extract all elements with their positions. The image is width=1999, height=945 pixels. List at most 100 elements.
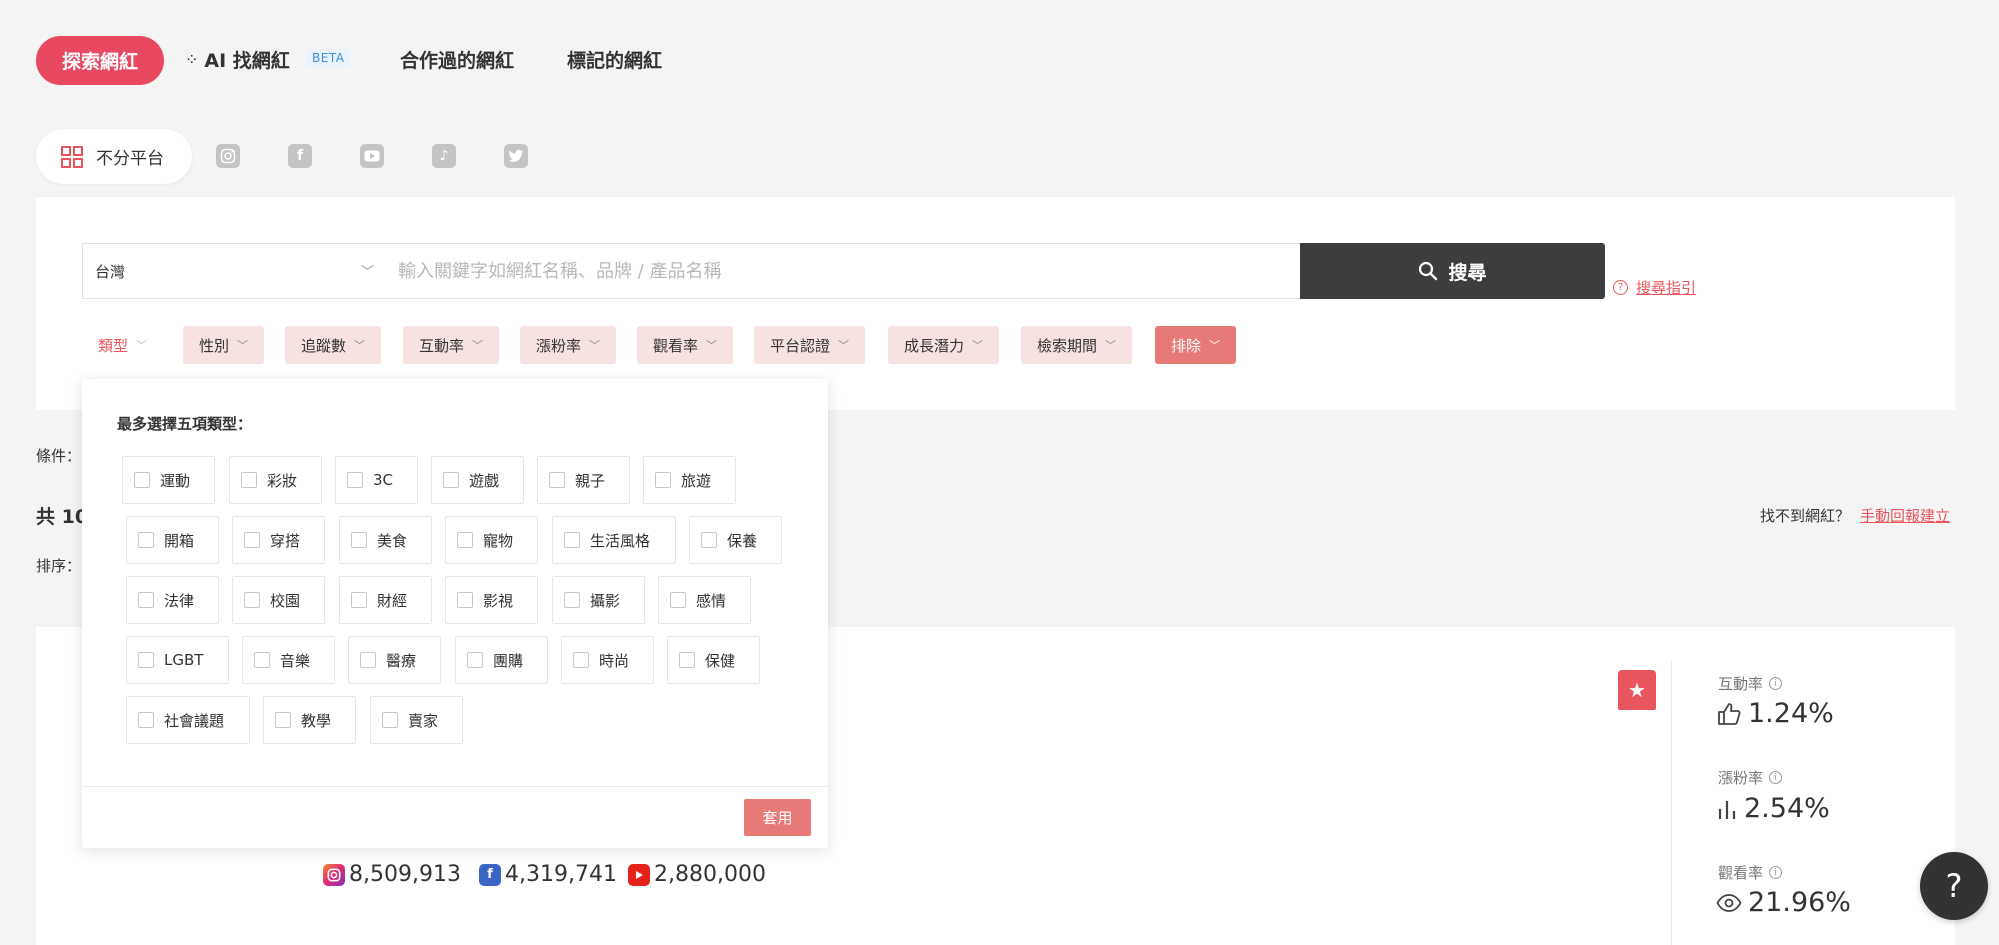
stat-view-rate-number: 21.96% xyxy=(1748,887,1851,918)
category-option[interactable]: 賣家 xyxy=(370,696,463,744)
twitter-icon[interactable] xyxy=(504,144,528,168)
search-guide-link[interactable]: ? 搜尋指引 xyxy=(1613,277,1696,298)
checkbox[interactable] xyxy=(351,592,367,608)
checkbox[interactable] xyxy=(347,472,363,488)
checkbox[interactable] xyxy=(241,472,257,488)
checkbox[interactable] xyxy=(549,472,565,488)
chevron-down-icon: ﹀ xyxy=(838,339,850,352)
stat-view-rate-label: 觀看率 i xyxy=(1718,862,1783,883)
platform-all-tab[interactable]: 不分平台 xyxy=(36,129,192,184)
checkbox[interactable] xyxy=(382,712,398,728)
filter-verified-chip[interactable]: 平台認證 ﹀ xyxy=(754,326,866,364)
checkbox[interactable] xyxy=(679,652,695,668)
checkbox[interactable] xyxy=(701,532,717,548)
search-input[interactable] xyxy=(386,243,1301,299)
checkbox[interactable] xyxy=(134,472,150,488)
youtube-icon xyxy=(628,863,650,886)
question-circle-icon: ? xyxy=(1613,280,1628,295)
category-option[interactable]: 3C xyxy=(335,456,418,504)
category-option[interactable]: 感情 xyxy=(658,576,751,624)
category-option[interactable]: 社會議題 xyxy=(126,696,250,744)
category-option[interactable]: 團購 xyxy=(455,636,548,684)
category-option[interactable]: 運動 xyxy=(122,456,215,504)
youtube-icon[interactable] xyxy=(360,144,384,168)
checkbox[interactable] xyxy=(138,532,154,548)
category-option[interactable]: 遊戲 xyxy=(431,456,524,504)
checkbox[interactable] xyxy=(138,712,154,728)
search-button[interactable]: 搜尋 xyxy=(1300,243,1605,299)
category-option[interactable]: 攝影 xyxy=(552,576,645,624)
checkbox[interactable] xyxy=(457,532,473,548)
category-option[interactable]: 親子 xyxy=(537,456,630,504)
tiktok-icon[interactable]: ♪ xyxy=(432,144,456,168)
filter-followers-chip[interactable]: 追蹤數 ﹀ xyxy=(285,326,382,364)
apply-button[interactable]: 套用 xyxy=(744,799,811,836)
category-option[interactable]: 美食 xyxy=(339,516,432,564)
nav-marked-link[interactable]: 標記的網紅 xyxy=(567,46,662,73)
checkbox[interactable] xyxy=(254,652,270,668)
instagram-icon[interactable] xyxy=(216,144,240,168)
checkbox[interactable] xyxy=(670,592,686,608)
category-option[interactable]: 穿搭 xyxy=(232,516,325,564)
category-option[interactable]: 生活風格 xyxy=(552,516,676,564)
chevron-down-icon: ﹀ xyxy=(1209,339,1221,352)
help-button[interactable]: ? xyxy=(1920,852,1988,920)
nav-collaborated-link[interactable]: 合作過的網紅 xyxy=(400,46,514,73)
category-option[interactable]: 開箱 xyxy=(126,516,219,564)
category-option[interactable]: 法律 xyxy=(126,576,219,624)
region-select[interactable]: 台灣 ﹀ xyxy=(82,243,387,299)
stat-engagement-label: 互動率 i xyxy=(1718,673,1783,694)
category-option[interactable]: 財經 xyxy=(339,576,432,624)
checkbox[interactable] xyxy=(457,592,473,608)
category-option[interactable]: 保養 xyxy=(689,516,782,564)
stat-view-rate-value: 21.96% xyxy=(1716,887,1851,918)
checkbox[interactable] xyxy=(275,712,291,728)
checkbox[interactable] xyxy=(244,532,260,548)
checkbox[interactable] xyxy=(443,472,459,488)
nav-ai-find-link[interactable]: ⁘ AI 找網紅 xyxy=(185,46,290,73)
category-option[interactable]: 寵物 xyxy=(445,516,538,564)
category-option[interactable]: 旅遊 xyxy=(643,456,736,504)
category-option[interactable]: 音樂 xyxy=(242,636,335,684)
category-option[interactable]: LGBT xyxy=(126,636,229,684)
filter-engagement-chip[interactable]: 互動率 ﹀ xyxy=(403,326,500,364)
checkbox[interactable] xyxy=(244,592,260,608)
checkbox[interactable] xyxy=(564,532,580,548)
checkbox[interactable] xyxy=(138,652,154,668)
filter-period-chip[interactable]: 檢索期間 ﹀ xyxy=(1021,326,1133,364)
category-option[interactable]: 時尚 xyxy=(561,636,654,684)
checkbox[interactable] xyxy=(564,592,580,608)
category-label: 教學 xyxy=(301,711,332,730)
checkbox[interactable] xyxy=(467,652,483,668)
facebook-icon[interactable]: f xyxy=(288,144,312,168)
info-icon[interactable]: i xyxy=(1769,771,1783,784)
info-icon[interactable]: i xyxy=(1769,866,1783,879)
checkbox[interactable] xyxy=(573,652,589,668)
checkbox[interactable] xyxy=(351,532,367,548)
category-option[interactable]: 保健 xyxy=(667,636,760,684)
nav-explore-button[interactable]: 探索網紅 xyxy=(36,36,164,85)
ai-sparkle-search-icon: ⁘ xyxy=(185,50,199,69)
filter-growth-chip[interactable]: 漲粉率 ﹀ xyxy=(520,326,617,364)
filter-view-rate-chip[interactable]: 觀看率 ﹀ xyxy=(637,326,734,364)
stat-engagement-label-text: 互動率 xyxy=(1718,675,1764,693)
filter-gender-chip[interactable]: 性別 ﹀ xyxy=(183,326,265,364)
filter-type-chip[interactable]: 類型 ﹀ xyxy=(82,326,164,364)
manual-report-link[interactable]: 手動回報建立 xyxy=(1860,505,1950,526)
checkbox[interactable] xyxy=(138,592,154,608)
info-icon[interactable]: i xyxy=(1769,677,1783,690)
checkbox[interactable] xyxy=(655,472,671,488)
checkbox[interactable] xyxy=(360,652,376,668)
category-option[interactable]: 彩妝 xyxy=(229,456,322,504)
category-label: 法律 xyxy=(164,591,195,610)
bookmark-star-icon[interactable]: ★ xyxy=(1618,670,1656,710)
category-label: 攝影 xyxy=(590,591,621,610)
filter-potential-chip[interactable]: 成長潛力 ﹀ xyxy=(888,326,1000,364)
category-option[interactable]: 影視 xyxy=(445,576,538,624)
sort-label: 排序： xyxy=(36,557,82,575)
category-option[interactable]: 校園 xyxy=(232,576,325,624)
category-option[interactable]: 醫療 xyxy=(348,636,441,684)
nav-explore-label: 探索網紅 xyxy=(61,51,138,73)
filter-exclude-chip[interactable]: 排除 ﹀ xyxy=(1155,326,1237,364)
category-option[interactable]: 教學 xyxy=(263,696,356,744)
